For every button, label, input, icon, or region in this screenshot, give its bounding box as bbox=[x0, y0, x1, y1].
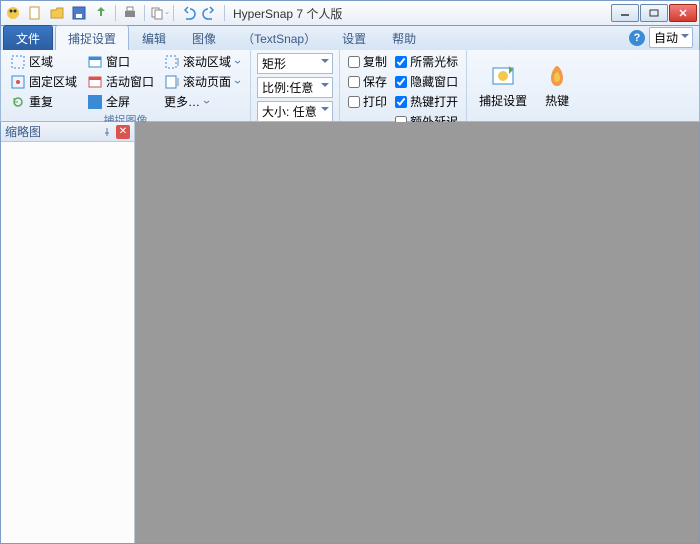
separator bbox=[144, 5, 145, 21]
shape-combo[interactable]: 矩形 bbox=[257, 53, 333, 74]
thumbnail-panel: 缩略图 ✕ bbox=[1, 122, 135, 543]
group-auto: 复制 保存 打印 所需光标 隐藏窗口 热键打开 额外延迟 自动 bbox=[340, 50, 467, 121]
open-icon[interactable] bbox=[47, 3, 67, 23]
canvas-area bbox=[135, 122, 699, 543]
label: 滚动页面 bbox=[183, 73, 231, 90]
window-title: HyperSnap 7 个人版 bbox=[233, 5, 342, 22]
save-icon[interactable] bbox=[69, 3, 89, 23]
panel-close-icon[interactable]: ✕ bbox=[116, 125, 130, 139]
quick-access-toolbar bbox=[3, 3, 227, 23]
label: 捕捉设置 bbox=[479, 92, 527, 109]
label: 热键 bbox=[545, 92, 569, 109]
region-button[interactable]: 区域 bbox=[7, 52, 80, 71]
auto-label: 自动 bbox=[654, 31, 678, 45]
scroll-region-button[interactable]: 滚动区域 bbox=[161, 52, 244, 71]
copy-icon[interactable] bbox=[149, 3, 169, 23]
tab-file[interactable]: 文件 bbox=[3, 25, 53, 50]
window-button[interactable]: 窗口 bbox=[84, 52, 157, 71]
chk-hide-window[interactable]: 隐藏窗口 bbox=[393, 72, 460, 91]
auto-dropdown[interactable]: 自动 bbox=[649, 27, 693, 48]
ribbon-tabs: 文件 捕捉设置 编辑 图像 （TextSnap） 设置 帮助 ? 自动 bbox=[0, 26, 700, 50]
group-region-image: 矩形 比例:任意 大小: 任意 区域图像 bbox=[251, 50, 340, 121]
chk-print[interactable]: 打印 bbox=[346, 92, 389, 111]
label: 固定区域 bbox=[29, 73, 77, 90]
label: 保存 bbox=[363, 73, 387, 90]
titlebar: HyperSnap 7 个人版 bbox=[0, 0, 700, 26]
label: 隐藏窗口 bbox=[410, 73, 458, 90]
label: 复制 bbox=[363, 53, 387, 70]
redo-icon[interactable] bbox=[200, 3, 220, 23]
ribbon: 区域 固定区域 重复 窗口 活动窗口 全屏 滚动区域 滚动页面 更多… 捕捉图像… bbox=[0, 50, 700, 122]
new-icon[interactable] bbox=[25, 3, 45, 23]
hotkey-button[interactable]: 热键 bbox=[537, 52, 577, 119]
repeat-button[interactable]: 重复 bbox=[7, 92, 80, 111]
active-window-button[interactable]: 活动窗口 bbox=[84, 72, 157, 91]
group-actions: 捕捉设置 热键 bbox=[467, 50, 583, 121]
label: 重复 bbox=[29, 93, 53, 110]
window-controls bbox=[611, 4, 697, 22]
tab-help[interactable]: 帮助 bbox=[379, 25, 429, 50]
upload-icon[interactable] bbox=[91, 3, 111, 23]
tab-textsnap[interactable]: （TextSnap） bbox=[229, 25, 329, 50]
thumbnail-panel-title: 缩略图 bbox=[5, 123, 41, 140]
chk-save[interactable]: 保存 bbox=[346, 72, 389, 91]
chk-copy[interactable]: 复制 bbox=[346, 52, 389, 71]
combo-value: 矩形 bbox=[262, 57, 286, 71]
label: 滚动区域 bbox=[183, 53, 231, 70]
capture-settings-button[interactable]: 捕捉设置 bbox=[473, 52, 533, 119]
fixed-region-button[interactable]: 固定区域 bbox=[7, 72, 80, 91]
pin-icon[interactable] bbox=[100, 125, 114, 139]
thumbnail-panel-header: 缩略图 ✕ bbox=[1, 122, 134, 142]
tab-capture-settings[interactable]: 捕捉设置 bbox=[55, 25, 129, 50]
scroll-page-button[interactable]: 滚动页面 bbox=[161, 72, 244, 91]
maximize-button[interactable] bbox=[640, 4, 668, 22]
label: 打印 bbox=[363, 93, 387, 110]
workspace: 缩略图 ✕ bbox=[0, 122, 700, 544]
tab-image[interactable]: 图像 bbox=[179, 25, 229, 50]
ratio-combo[interactable]: 比例:任意 bbox=[257, 77, 333, 98]
label: 所需光标 bbox=[410, 53, 458, 70]
label: 活动窗口 bbox=[106, 73, 154, 90]
label: 热键打开 bbox=[410, 93, 458, 110]
label: 窗口 bbox=[106, 53, 130, 70]
close-button[interactable] bbox=[669, 4, 697, 22]
minimize-button[interactable] bbox=[611, 4, 639, 22]
separator bbox=[173, 5, 174, 21]
label: 全屏 bbox=[106, 93, 130, 110]
fullscreen-button[interactable]: 全屏 bbox=[84, 92, 157, 111]
separator bbox=[115, 5, 116, 21]
undo-icon[interactable] bbox=[178, 3, 198, 23]
print-icon[interactable] bbox=[120, 3, 140, 23]
label: 区域 bbox=[29, 53, 53, 70]
tab-edit[interactable]: 编辑 bbox=[129, 25, 179, 50]
group-label bbox=[473, 119, 577, 121]
help-icon[interactable]: ? bbox=[629, 30, 645, 46]
chk-cursor[interactable]: 所需光标 bbox=[393, 52, 460, 71]
more-button[interactable]: 更多… bbox=[161, 92, 244, 111]
size-combo[interactable]: 大小: 任意 bbox=[257, 101, 333, 122]
app-icon[interactable] bbox=[3, 3, 23, 23]
separator bbox=[224, 5, 225, 21]
group-capture-image: 区域 固定区域 重复 窗口 活动窗口 全屏 滚动区域 滚动页面 更多… 捕捉图像 bbox=[1, 50, 251, 121]
tab-settings[interactable]: 设置 bbox=[329, 25, 379, 50]
combo-value: 比例:任意 bbox=[262, 81, 313, 95]
combo-value: 大小: 任意 bbox=[262, 105, 317, 119]
chk-hotkey-open[interactable]: 热键打开 bbox=[393, 92, 460, 111]
label: 更多… bbox=[164, 93, 200, 110]
